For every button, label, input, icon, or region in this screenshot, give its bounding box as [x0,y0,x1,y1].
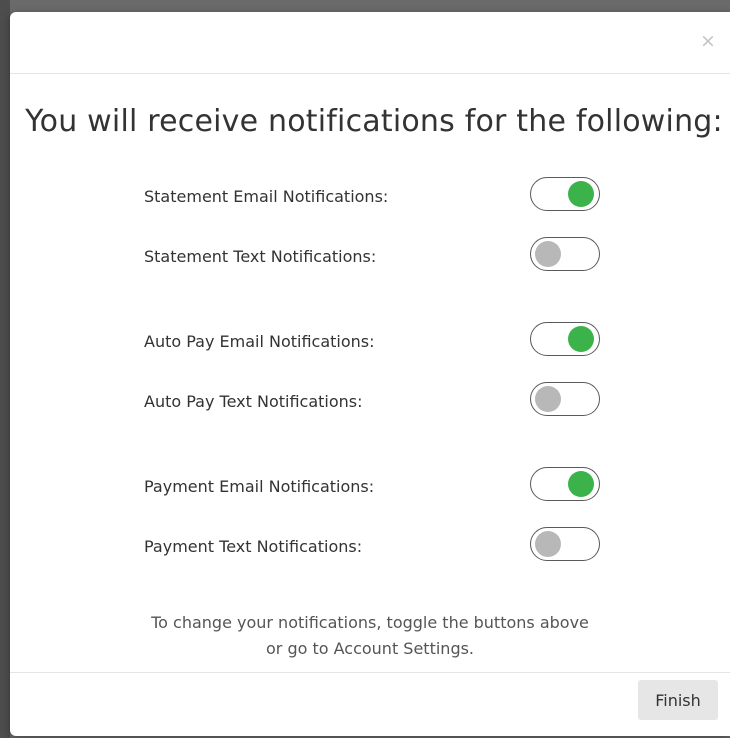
notifications-modal: × You will receive notifications for the… [10,12,730,736]
close-icon[interactable]: × [698,30,718,52]
modal-title: You will receive notifications for the f… [25,104,723,139]
modal-header: × [10,12,730,74]
payment-email-label: Payment Email Notifications: [144,477,375,496]
help-footnote: To change your notifications, toggle the… [10,610,730,662]
row-autopay-email: Auto Pay Email Notifications: [144,322,614,362]
statement-text-toggle[interactable] [530,237,600,271]
autopay-text-toggle[interactable] [530,382,600,416]
row-payment-text: Payment Text Notifications: [144,527,614,567]
statement-email-toggle[interactable] [530,177,600,211]
toggle-knob [535,386,561,412]
finish-button[interactable]: Finish [638,680,718,720]
row-payment-email: Payment Email Notifications: [144,467,614,507]
toggle-knob [568,471,594,497]
modal-footer: Finish [10,672,730,736]
row-autopay-text: Auto Pay Text Notifications: [144,382,614,422]
autopay-text-label: Auto Pay Text Notifications: [144,392,363,411]
payment-text-label: Payment Text Notifications: [144,537,363,556]
backdrop-edge [0,0,10,738]
statement-text-label: Statement Text Notifications: [144,247,377,266]
row-statement-text: Statement Text Notifications: [144,237,614,277]
toggle-knob [568,326,594,352]
statement-email-label: Statement Email Notifications: [144,187,389,206]
toggle-knob [535,531,561,557]
payment-email-toggle[interactable] [530,467,600,501]
payment-text-toggle[interactable] [530,527,600,561]
autopay-email-label: Auto Pay Email Notifications: [144,332,375,351]
footnote-line-1: To change your notifications, toggle the… [151,613,589,632]
toggle-knob [568,181,594,207]
toggle-knob [535,241,561,267]
footnote-line-2: or go to Account Settings. [265,639,475,658]
autopay-email-toggle[interactable] [530,322,600,356]
row-statement-email: Statement Email Notifications: [144,177,614,217]
